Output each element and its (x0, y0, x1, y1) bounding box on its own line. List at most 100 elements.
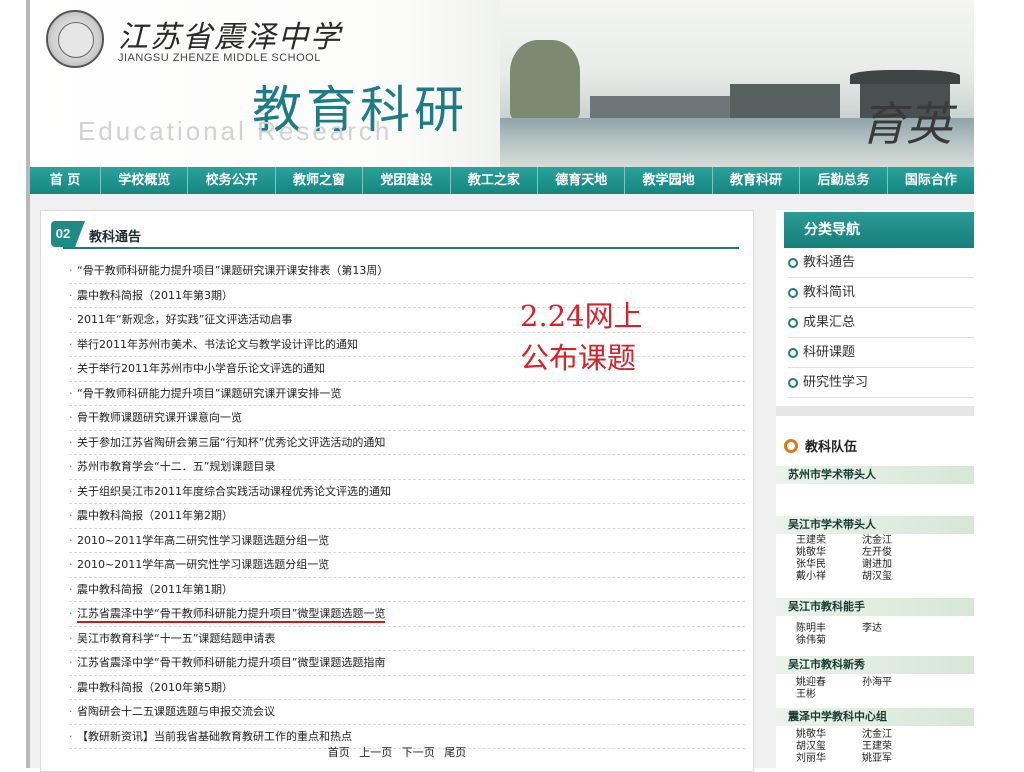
news-link-text[interactable]: 关于参加江苏省陶研会第三届“行知杯”优秀论文评选活动的通知 (77, 436, 385, 449)
person-name[interactable]: 孙海平 (862, 677, 928, 689)
pager-last[interactable]: 尾页 (444, 746, 466, 759)
news-item[interactable]: · 2010~2011学年高一研究性学习课题选题分组一览 (69, 553, 745, 578)
news-link-text[interactable]: 2011年“新观念，好实践”征文评选活动启事 (77, 313, 292, 326)
person-name[interactable]: 王建荣 (862, 741, 928, 753)
nav-item-international[interactable]: 国际合作 (888, 167, 974, 194)
person-name[interactable]: 王建荣 (796, 535, 862, 547)
news-item[interactable]: · 关于举行2011年苏州市中小学音乐论文评选的通知 (69, 357, 745, 382)
news-link-text[interactable]: 苏州市教育学会“十二．五”规划课题目录 (77, 460, 275, 473)
team-header: 教科队伍 (784, 436, 857, 455)
category-item[interactable]: 成果汇总 (788, 308, 974, 338)
nav-item-moral[interactable]: 德育天地 (538, 167, 626, 194)
news-item[interactable]: · 震中教科简报（2011年第1期） (69, 578, 745, 602)
category-label[interactable]: 教科通告 (803, 255, 855, 270)
person-name[interactable]: 姚亚军 (862, 753, 928, 765)
news-link-text[interactable]: 震中教科简报（2011年第3期） (77, 289, 233, 302)
news-link-text[interactable]: 省陶研会十二五课题选题与申报交流会议 (77, 705, 275, 718)
pager-first[interactable]: 首页 (328, 746, 350, 759)
news-link-text[interactable]: 震中教科简报（2010年第5期） (77, 681, 233, 694)
category-label[interactable]: 研究性学习 (803, 375, 868, 390)
person-name[interactable]: 张华民 (796, 559, 862, 571)
category-label[interactable]: 成果汇总 (803, 315, 855, 330)
news-link-text[interactable]: 2010~2011学年高二研究性学习课题选题分组一览 (77, 534, 329, 547)
news-item[interactable]: · 2011年“新观念，好实践”征文评选活动启事 (69, 308, 745, 333)
news-item[interactable]: · 举行2011年苏州市美术、书法论文与教学设计评比的通知 (69, 333, 745, 357)
nav-item-affairs[interactable]: 校务公开 (188, 167, 276, 194)
news-link-text[interactable]: 震中教科简报（2011年第1期） (77, 583, 233, 596)
person-name[interactable]: 陈明丰 (796, 623, 862, 635)
group-names: 姚敬华 沈金江 胡汉玺 王建荣 刘丽华 姚亚军 (796, 729, 966, 765)
person-name[interactable]: 王彬 (796, 689, 862, 701)
news-item[interactable]: · 关于组织吴江市2011年度综合实践活动课程优秀论文评选的通知 (69, 480, 745, 504)
news-item[interactable]: · 震中教科简报（2011年第3期） (69, 284, 745, 308)
person-name[interactable]: 姚敬华 (796, 729, 862, 741)
name-row: 张华民 谢进加 (796, 559, 966, 571)
news-link-text[interactable]: 吴江市教育科学“十一五”课题结题申请表 (77, 632, 275, 645)
category-label[interactable]: 科研课题 (803, 345, 855, 360)
news-item[interactable]: · 江苏省震泽中学“骨干教师科研能力提升项目”微型课题选题指南 (69, 651, 745, 676)
person-name[interactable]: 刘丽华 (796, 753, 862, 765)
person-name[interactable]: 戴小祥 (796, 571, 862, 583)
news-item-highlighted[interactable]: · 江苏省震泽中学“骨干教师科研能力提升项目”微型课题选题一览 (69, 602, 745, 627)
group-title: 吴江市教科能手 (776, 598, 974, 616)
bullet-dot-icon: · (69, 631, 73, 645)
news-link-text[interactable]: 骨干教师课题研究课开课意向一览 (77, 411, 242, 424)
person-name[interactable]: 沈金江 (862, 535, 928, 547)
category-item[interactable]: 教科简讯 (788, 278, 974, 308)
person-name[interactable]: 李达 (862, 623, 928, 635)
category-item[interactable]: 科研课题 (788, 338, 974, 368)
nav-item-home[interactable]: 首 页 (30, 167, 101, 194)
news-item[interactable]: · “骨干教师科研能力提升项目”课题研究课开课安排一览 (69, 382, 745, 406)
person-name[interactable]: 姚迎春 (796, 677, 862, 689)
nav-item-staff[interactable]: 教工之家 (451, 167, 539, 194)
person-name[interactable]: 谢进加 (862, 559, 928, 571)
school-logo[interactable] (46, 10, 104, 68)
bullet-dot-icon: · (69, 264, 73, 277)
section-title-en: Educational Research (78, 116, 393, 146)
person-name[interactable]: 胡汉玺 (796, 741, 862, 753)
news-link-text[interactable]: 江苏省震泽中学“骨干教师科研能力提升项目”微型课题选题一览 (77, 607, 386, 623)
nav-item-teachers[interactable]: 教师之窗 (276, 167, 364, 194)
person-name[interactable]: 胡汉玺 (862, 571, 928, 583)
group-names: 王建荣 沈金江 姚敬华 左开俊 张华民 谢进加 戴小祥 胡汉玺 (796, 535, 966, 583)
nav-item-research[interactable]: 教育科研 (713, 167, 801, 194)
news-link-text[interactable]: 【教研新资讯】当前我省基础教育教研工作的重点和热点 (77, 730, 352, 743)
news-link-text[interactable]: 江苏省震泽中学“骨干教师科研能力提升项目”微型课题选题指南 (77, 656, 385, 669)
person-name[interactable]: 沈金江 (862, 729, 928, 741)
name-row: 徐伟菊 (796, 635, 966, 647)
bullet-dot-icon: · (69, 484, 73, 498)
news-link-text[interactable]: “骨干教师科研能力提升项目”课题研究课开课安排表（第13周） (77, 264, 388, 277)
news-item[interactable]: · 苏州市教育学会“十二．五”规划课题目录 (69, 455, 745, 480)
person-name[interactable]: 左开俊 (862, 547, 928, 559)
news-link-text[interactable]: 举行2011年苏州市美术、书法论文与教学设计评比的通知 (77, 338, 358, 351)
nav-item-party[interactable]: 党团建设 (363, 167, 451, 194)
news-item[interactable]: · 吴江市教育科学“十一五”课题结题申请表 (69, 627, 745, 651)
person-name[interactable]: 姚敬华 (796, 547, 862, 559)
news-item[interactable]: · 震中教科简报（2011年第2期） (69, 504, 745, 529)
news-link-text[interactable]: 关于组织吴江市2011年度综合实践活动课程优秀论文评选的通知 (77, 485, 391, 498)
news-item[interactable]: · 骨干教师课题研究课开课意向一览 (69, 406, 745, 431)
news-link-text[interactable]: 震中教科简报（2011年第2期） (77, 509, 233, 522)
news-link-text[interactable]: 关于举行2011年苏州市中小学音乐论文评选的通知 (77, 362, 325, 375)
pager-prev[interactable]: 上一页 (359, 746, 392, 759)
news-item[interactable]: · 省陶研会十二五课题选题与申报交流会议 (69, 700, 745, 725)
news-link-text[interactable]: “骨干教师科研能力提升项目”课题研究课开课安排一览 (77, 387, 341, 400)
pager-next[interactable]: 下一页 (402, 746, 435, 759)
bullet-dot-icon: · (69, 313, 73, 326)
ring-icon (784, 439, 798, 453)
nav-item-logistics[interactable]: 后勤总务 (800, 167, 888, 194)
bullet-dot-icon: · (69, 460, 73, 473)
category-item[interactable]: 教科通告 (788, 248, 974, 278)
news-item[interactable]: · “骨干教师科研能力提升项目”课题研究课开课安排表（第13周） (69, 259, 745, 284)
category-item[interactable]: 研究性学习 (788, 368, 974, 398)
nav-item-teaching[interactable]: 教学园地 (625, 167, 713, 194)
bullet-dot-icon: · (69, 337, 73, 351)
news-item[interactable]: · 震中教科简报（2010年第5期） (69, 676, 745, 700)
nav-item-overview[interactable]: 学校概览 (101, 167, 189, 194)
news-item[interactable]: · 关于参加江苏省陶研会第三届“行知杯”优秀论文评选活动的通知 (69, 431, 745, 455)
news-link-text[interactable]: 2010~2011学年高一研究性学习课题选题分组一览 (77, 558, 329, 571)
news-item[interactable]: · 2010~2011学年高二研究性学习课题选题分组一览 (69, 529, 745, 553)
person-name[interactable]: 徐伟菊 (796, 635, 862, 647)
school-name-en: JIANGSU ZHENZE MIDDLE SCHOOL (118, 52, 321, 64)
category-label[interactable]: 教科简讯 (803, 285, 855, 300)
